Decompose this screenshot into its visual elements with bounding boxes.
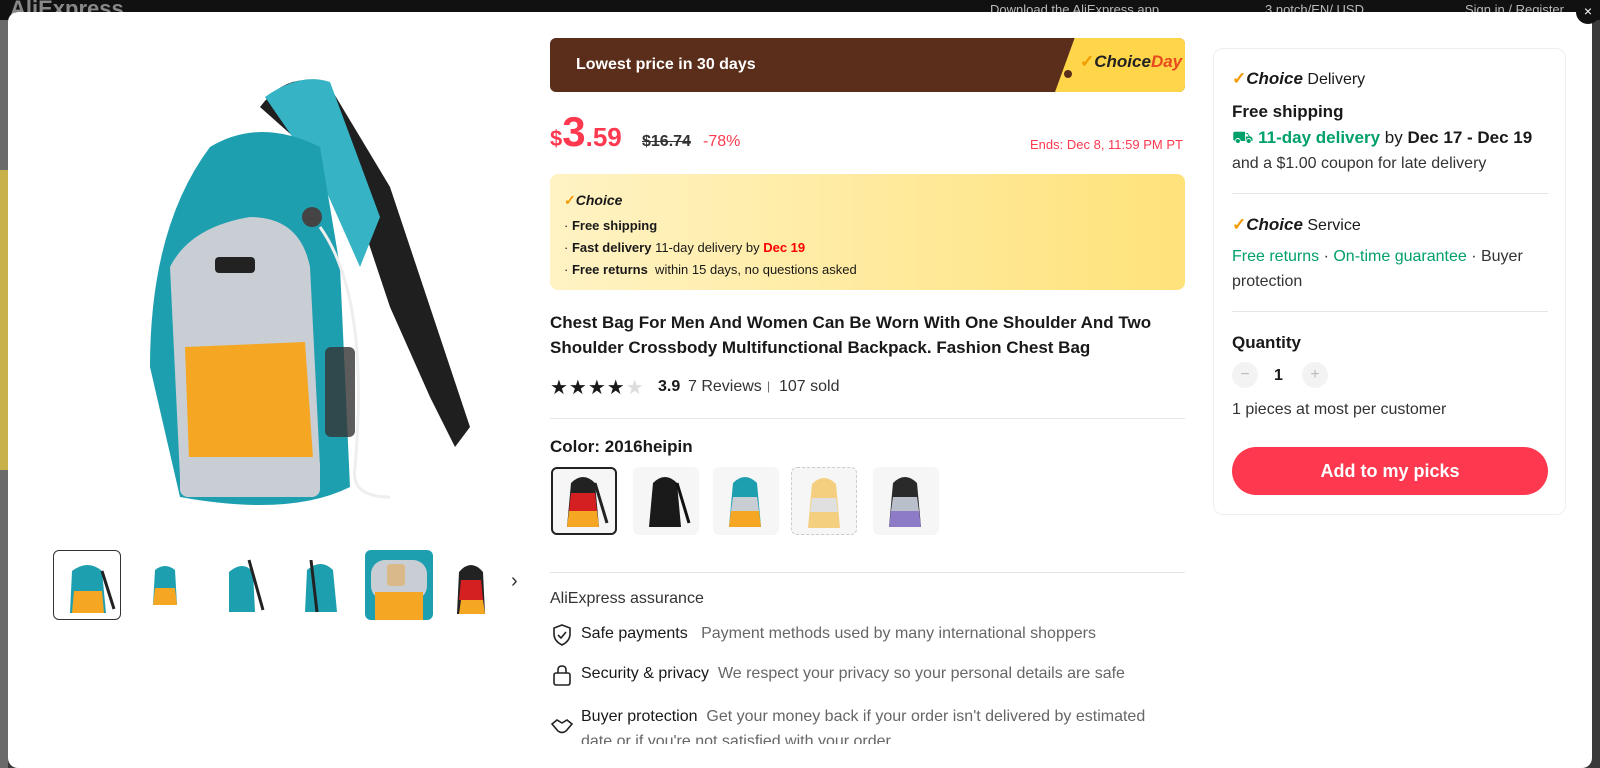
thumbnail-strip: ›	[53, 550, 533, 622]
quantity-label: Quantity	[1232, 333, 1301, 352]
purchase-panel: ✓Choice Delivery Free shipping ⛟ 11-day …	[1213, 48, 1566, 515]
product-title: Chest Bag For Men And Women Can Be Worn …	[550, 313, 1152, 357]
delivery-heading: ✓Choice Delivery	[1232, 69, 1366, 88]
thumbnail-1[interactable]	[53, 550, 121, 620]
lowest-price-banner: Lowest price in 30 days ✓ChoiceDay	[550, 38, 1185, 92]
quantity-value[interactable]: 1	[1274, 367, 1283, 385]
color-swatch-beige[interactable]	[791, 467, 857, 535]
color-label: Color: 2016heipin	[550, 437, 693, 456]
banner-text: Lowest price in 30 days	[576, 56, 756, 73]
free-shipping-label: Free shipping	[1232, 102, 1344, 121]
color-swatch-2016heipin[interactable]	[551, 467, 617, 535]
divider: |	[767, 379, 771, 393]
color-swatch-black-purple[interactable]	[873, 467, 939, 535]
thumbnail-3[interactable]	[209, 550, 277, 620]
service-benefits-cont: protection	[1232, 273, 1303, 290]
rating-score: 3.9	[658, 378, 681, 395]
sold-count: 107 sold	[779, 378, 840, 395]
rating-row: ★★★★★ 3.9 7 Reviews | 107 sold	[550, 375, 840, 399]
check-icon: ✓	[1232, 69, 1247, 88]
choice-day-label: ✓ChoiceDay	[1080, 52, 1183, 71]
truck-icon: ⛟	[1232, 128, 1254, 147]
benefit-fast-delivery: · Fast delivery 11-day delivery by Dec 1…	[564, 240, 806, 255]
thumbnail-5[interactable]	[365, 550, 433, 620]
thumbnail-2[interactable]	[131, 550, 199, 620]
divider	[550, 572, 1185, 573]
late-delivery-coupon: and a $1.00 coupon for late delivery	[1232, 155, 1487, 172]
assurance-title: AliExpress assurance	[550, 590, 704, 607]
divider	[550, 418, 1185, 419]
shield-check-icon	[553, 624, 571, 646]
lock-icon	[553, 665, 571, 686]
close-modal-button[interactable]: ×	[1576, 0, 1600, 24]
benefit-free-returns: · Free returns within 15 days, no questi…	[564, 262, 857, 277]
delivery-estimate: ⛟ 11-day delivery by Dec 17 - Dec 19	[1232, 128, 1533, 147]
choice-logo: ✓Choice	[564, 192, 623, 208]
sale-price: $3.59	[550, 108, 622, 155]
choice-benefits-box: ✓Choice · Free shipping · Fast delivery …	[550, 174, 1185, 290]
quantity-increase-button[interactable]: +	[1302, 362, 1328, 388]
color-swatch-teal-orange[interactable]	[713, 467, 779, 535]
sale-ends-text: Ends: Dec 8, 11:59 PM PT	[1030, 137, 1183, 152]
check-icon: ✓	[1232, 215, 1247, 234]
main-product-image	[150, 79, 470, 505]
benefit-free-shipping: · Free shipping	[564, 218, 658, 233]
discount-badge: -78%	[703, 133, 741, 150]
assurance-buyer-protection: Buyer protection Get your money back if …	[550, 704, 1170, 744]
color-swatch-black[interactable]	[633, 467, 699, 535]
service-heading: ✓Choice Service	[1232, 215, 1361, 234]
service-benefits: Free returns · On-time guarantee · Buyer	[1232, 248, 1523, 265]
thumbnail-4[interactable]	[287, 550, 355, 620]
quantity-decrease-button[interactable]: −	[1232, 362, 1258, 388]
thumbnail-6[interactable]	[443, 550, 511, 620]
divider	[1232, 193, 1548, 194]
reviews-link[interactable]: 7 Reviews	[688, 378, 762, 396]
quantity-limit-text: 1 pieces at most per customer	[1232, 401, 1447, 418]
thumbnail-next-arrow[interactable]: ›	[511, 570, 518, 593]
original-price: $16.74	[642, 133, 691, 150]
tag-hole-icon	[1064, 70, 1072, 78]
add-to-picks-button[interactable]: Add to my picks	[1232, 447, 1548, 495]
divider	[1232, 311, 1548, 312]
background-page	[0, 20, 8, 768]
check-icon: ✓	[564, 192, 576, 208]
star-rating-icon: ★★★★★	[550, 377, 645, 399]
handshake-icon	[550, 719, 574, 734]
